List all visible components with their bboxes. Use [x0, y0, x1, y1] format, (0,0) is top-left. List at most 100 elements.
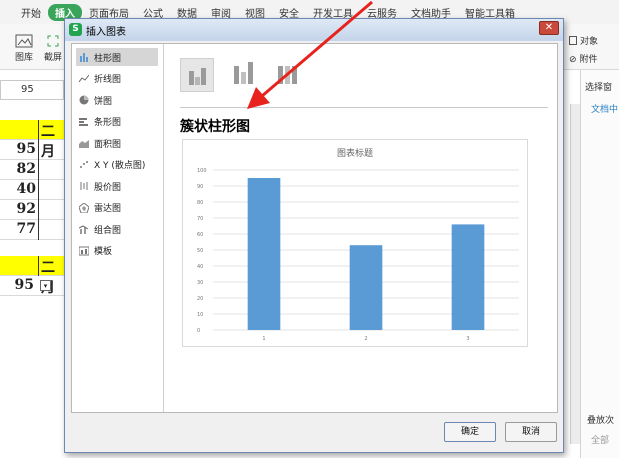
- category-label: X Y (散点图): [94, 161, 146, 171]
- y-tick-label: 80: [197, 200, 203, 206]
- dialog-title: 插入图表: [86, 27, 126, 38]
- category-label: 雷达图: [94, 204, 122, 214]
- attachment-label: 附件: [579, 55, 598, 65]
- category-area-chart[interactable]: 面积图: [76, 134, 158, 152]
- close-icon[interactable]: ✕: [539, 21, 559, 35]
- category-column-chart[interactable]: 柱形图: [76, 48, 158, 66]
- cell-value: 40: [16, 181, 36, 197]
- category-stock-chart[interactable]: 股价图: [76, 177, 158, 195]
- table-row[interactable]: 95 ▾: [0, 276, 64, 296]
- y-tick-label: 70: [197, 216, 203, 222]
- screenshot-button[interactable]: 截屏: [40, 34, 66, 63]
- chart-type-name: 簇状柱形图: [180, 119, 250, 135]
- dialog-title-bar[interactable]: S 插入图表 ✕: [65, 19, 563, 41]
- category-line-chart[interactable]: 折线图: [76, 70, 158, 88]
- select-window-label: 选择窗: [585, 83, 613, 93]
- attachment-button[interactable]: ⊘ 附件: [569, 52, 617, 65]
- chart-preview-panel: 簇状柱形图 图表标题 0 10 20 30 40 50 60 70 80 90 100 1 2 3: [166, 44, 558, 412]
- x-tick-label: 2: [364, 336, 367, 342]
- table-row[interactable]: 95: [0, 140, 64, 160]
- category-label: 折线图: [94, 75, 122, 85]
- cell-border: [38, 180, 39, 200]
- combo-chart-icon: [79, 225, 89, 234]
- percent-column-subtype[interactable]: [272, 58, 306, 92]
- category-label: 模板: [94, 247, 113, 257]
- pie-chart-icon: [79, 95, 89, 105]
- insert-chart-dialog: S 插入图表 ✕ 柱形图折线图饼图条形图面积图 X Y (散点图) 股价图雷达图组合…: [64, 18, 564, 453]
- table-row[interactable]: 77: [0, 220, 64, 240]
- object-button[interactable]: 对象: [569, 34, 617, 47]
- selection-pane: 选择窗 文档中 叠放次 全部: [580, 70, 619, 458]
- category-scatter-chart[interactable]: X Y (散点图): [76, 156, 158, 174]
- screenshot-label: 截屏: [43, 53, 62, 63]
- y-tick-label: 50: [197, 248, 203, 254]
- cell-value: 92: [16, 201, 36, 217]
- chart-subtype-list: [180, 58, 320, 98]
- bar: [349, 245, 383, 330]
- line-chart-icon: [79, 74, 89, 82]
- chart-svg: 图表标题 0 10 20 30 40 50 60 70 80 90 100 1 2 3: [197, 147, 519, 342]
- chart-category-list: 柱形图折线图饼图条形图面积图 X Y (散点图) 股价图雷达图组合图模板: [72, 44, 164, 412]
- bar-chart-icon: [79, 117, 88, 126]
- category-label: 饼图: [94, 96, 113, 107]
- wps-logo-icon: S: [69, 23, 82, 36]
- table-row[interactable]: 40: [0, 180, 64, 200]
- screenshot-icon: [47, 35, 59, 47]
- name-box[interactable]: 95: [0, 80, 64, 100]
- cancel-button[interactable]: 取消: [505, 422, 557, 442]
- doc-objects-label: 文档中: [591, 105, 619, 115]
- filter-dropdown-button[interactable]: ▾: [40, 280, 51, 291]
- cell-border: [38, 140, 39, 160]
- category-label: 面积图: [94, 139, 122, 150]
- tab-0[interactable]: 开始: [14, 5, 48, 20]
- category-combo-chart[interactable]: 组合图: [76, 220, 158, 238]
- object-icon: [569, 36, 577, 45]
- clustered-column-subtype[interactable]: [180, 58, 214, 92]
- y-tick-label: 100: [197, 168, 207, 174]
- y-tick-label: 90: [197, 184, 203, 190]
- category-label: 股价图: [94, 182, 122, 193]
- table-row[interactable]: 92: [0, 200, 64, 220]
- clustered-column-icon: [189, 68, 206, 85]
- x-tick-label: 1: [262, 336, 265, 342]
- y-tick-label: 40: [197, 264, 203, 270]
- vertical-scrollbar[interactable]: [570, 104, 580, 444]
- cell-border: [38, 200, 39, 220]
- y-tick-label: 20: [197, 296, 203, 302]
- paperclip-icon: ⊘: [569, 55, 577, 65]
- column-chart-icon: [80, 53, 88, 62]
- separator: [180, 107, 548, 108]
- cell-value: 77: [16, 221, 36, 237]
- radar-chart-icon: [79, 202, 89, 213]
- ok-button[interactable]: 确定: [444, 422, 496, 442]
- table-row[interactable]: 82: [0, 160, 64, 180]
- category-template[interactable]: 模板: [76, 242, 158, 260]
- stacked-column-icon: [234, 62, 253, 84]
- stacked-column-subtype[interactable]: [226, 58, 260, 92]
- cell-border: [38, 160, 39, 180]
- category-label: 条形图: [94, 118, 122, 128]
- category-bar-chart[interactable]: 条形图: [76, 113, 158, 131]
- show-all-button[interactable]: 全部: [591, 433, 609, 446]
- worksheet-grid[interactable]: 二月 95 82 40 92 77 二月 95 ▾: [0, 104, 64, 458]
- gallery-button[interactable]: 图库: [8, 34, 40, 63]
- object-label: 对象: [580, 37, 599, 47]
- table-header-row[interactable]: 二月: [0, 120, 64, 160]
- template-icon: [79, 246, 89, 255]
- y-tick-label: 30: [197, 280, 203, 286]
- chart-title: 图表标题: [337, 147, 373, 159]
- y-tick-label: 60: [197, 232, 203, 238]
- cell-ref: 95: [21, 84, 34, 95]
- category-pie-chart[interactable]: 饼图: [76, 91, 158, 109]
- x-tick-label: 3: [466, 336, 469, 342]
- dialog-body: 柱形图折线图饼图条形图面积图 X Y (散点图) 股价图雷达图组合图模板: [71, 43, 558, 413]
- cell-value: 95: [16, 141, 36, 157]
- area-chart-icon: [79, 140, 89, 148]
- cell-border: [38, 220, 39, 240]
- category-radar-chart[interactable]: 雷达图: [76, 199, 158, 217]
- category-label: 柱形图: [94, 53, 122, 64]
- cell-value: 95: [14, 277, 34, 293]
- cell-value: 82: [16, 161, 36, 177]
- table-header-row[interactable]: 二月: [0, 256, 64, 296]
- y-tick-label: 10: [197, 312, 203, 318]
